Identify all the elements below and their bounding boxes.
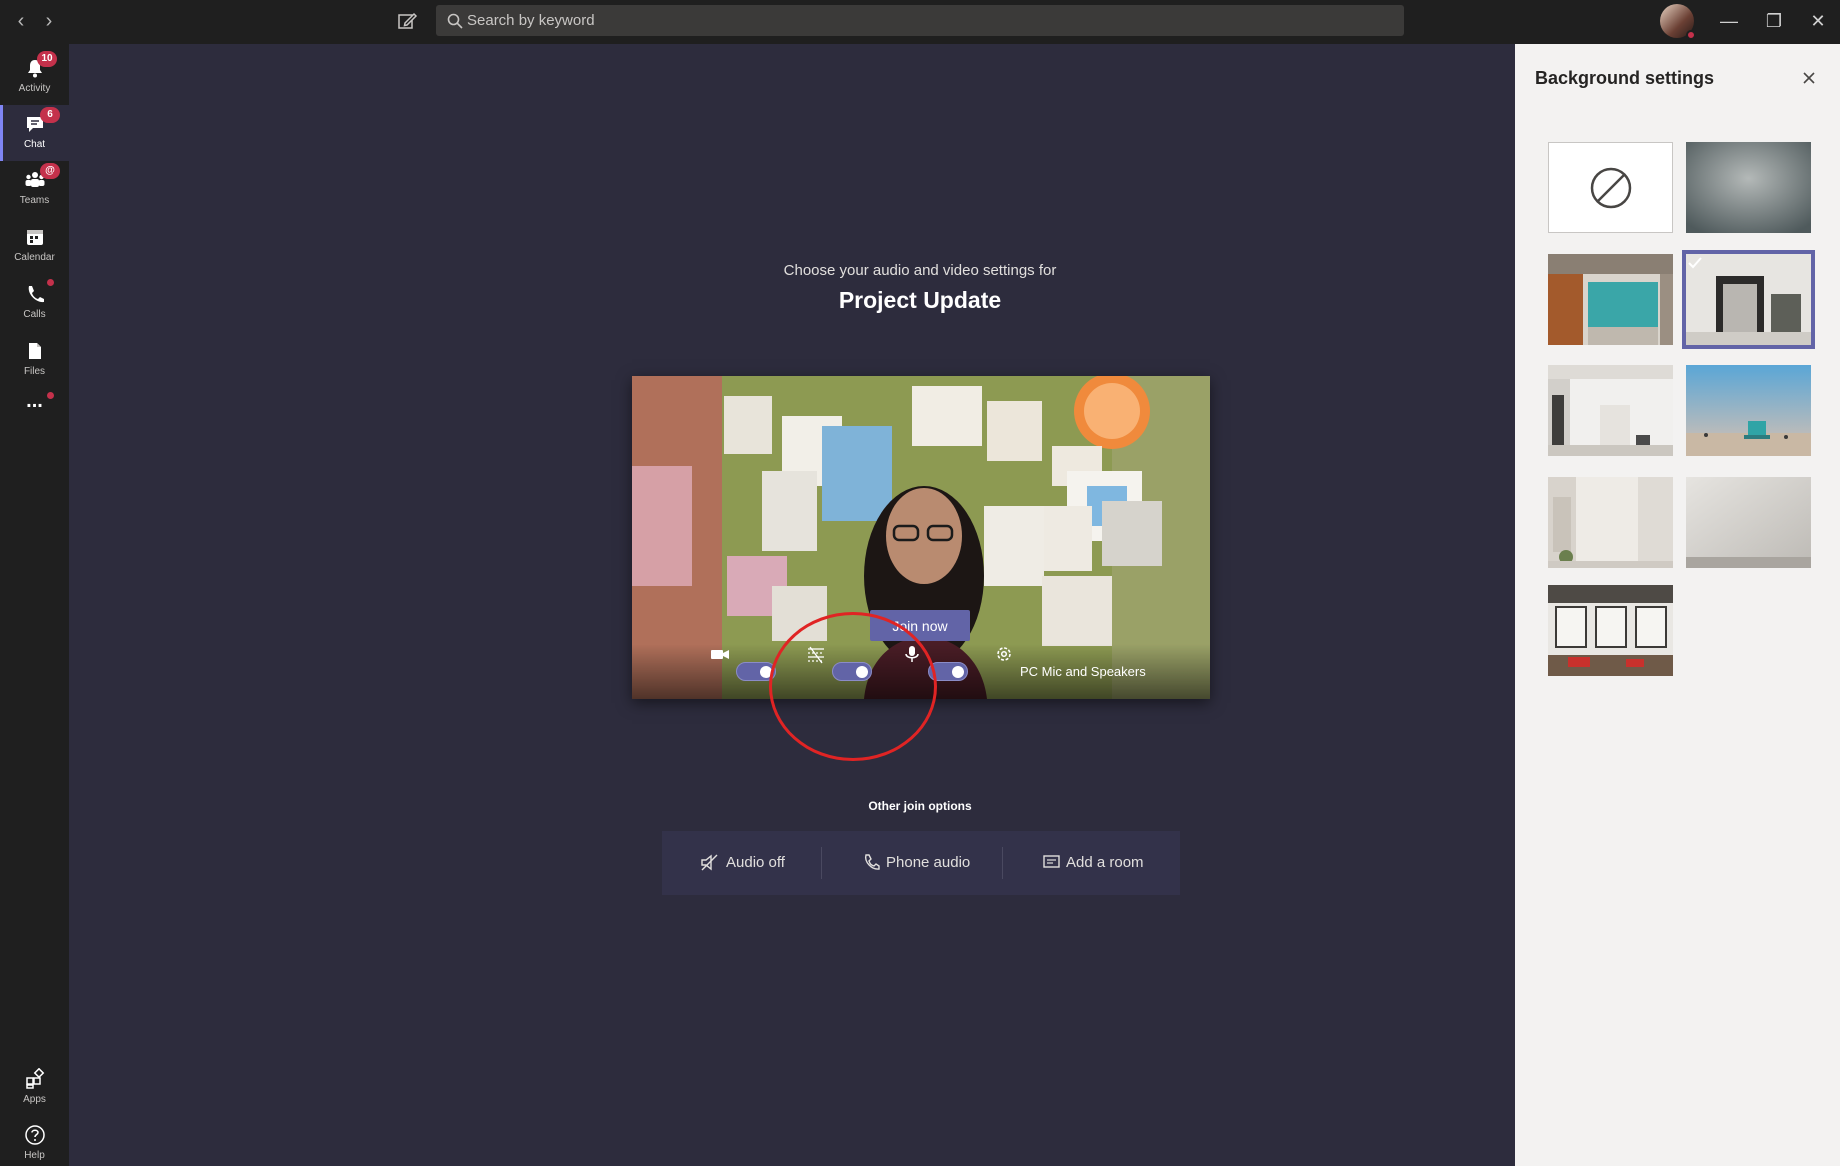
restore-icon[interactable]: ❐ [1761,8,1787,34]
panel-title: Background settings [1535,68,1715,88]
audio-off-label: Audio off [726,854,785,871]
minimize-icon[interactable]: — [1716,8,1742,34]
option-divider [821,847,822,879]
gear-icon[interactable] [994,644,1014,664]
prejoin-prompt: Choose your audio and video settings for [783,262,1057,279]
background-tile-loft-office[interactable] [1548,585,1673,676]
help-icon [25,1125,45,1145]
add-room-label: Add a room [1066,854,1144,871]
audio-device-label[interactable]: PC Mic and Speakers [1020,664,1146,679]
rail-item-files[interactable]: Files [0,332,69,388]
phone-audio-label: Phone audio [886,854,971,871]
apps-icon [26,1068,45,1089]
background-tile-office-lockers[interactable] [1548,254,1673,345]
background-tile-none[interactable] [1548,142,1673,233]
rail-item-calls[interactable]: Calls [0,275,69,331]
activity-badge: 10 [37,51,57,67]
add-room-option[interactable]: Add a room [1042,831,1162,895]
compose-icon[interactable] [396,10,418,32]
meeting-title: Project Update [838,287,1002,313]
doorway-room-thumbnail [1686,254,1811,345]
selected-check-icon [1688,257,1702,269]
background-tile-white-interior[interactable] [1548,365,1673,456]
calls-dot [47,279,54,286]
rail-item-activity[interactable]: 10 Activity [0,49,69,105]
calendar-icon [27,230,43,245]
chat-badge: 6 [40,107,60,123]
plain-wall-thumbnail [1686,477,1811,568]
rail-label-files: Files [23,366,46,377]
white-interior-thumbnail [1548,365,1673,456]
more-icon: ... [26,390,43,412]
rail-item-apps[interactable]: Apps [0,1060,69,1116]
other-join-options: Audio off Phone audio Add a room [662,831,1180,895]
background-tile-beach[interactable] [1686,365,1811,456]
background-tile-white-room[interactable] [1548,477,1673,568]
title-bar: ‹ › Search by keyword — ❐ ✕ [0,0,1840,44]
camera-icon [711,650,729,659]
beach-thumbnail [1686,365,1811,456]
search-bar[interactable]: Search by keyword [436,5,1404,36]
forward-chevron-right-icon[interactable]: › [38,10,60,32]
status-badge [1686,30,1696,40]
phone-icon [865,854,880,870]
rail-item-calendar[interactable]: Calendar [0,218,69,274]
no-background-icon [1590,167,1632,209]
background-tile-doorway-room[interactable] [1682,250,1815,349]
rail-item-teams[interactable]: @ Teams [0,161,69,217]
file-icon [29,343,41,359]
other-join-options-title: Other join options [868,799,972,813]
rail-item-chat[interactable]: 6 Chat [0,105,69,161]
rail-label-teams: Teams [19,195,50,206]
annotation-circle [769,612,937,761]
white-room-thumbnail [1548,477,1673,568]
back-chevron-left-icon[interactable]: ‹ [10,10,32,32]
phone-audio-option[interactable]: Phone audio [862,831,992,895]
user-avatar[interactable] [1660,4,1696,40]
option-divider [1002,847,1003,879]
room-display-icon [1043,855,1060,868]
more-dot [47,392,54,399]
office-lockers-thumbnail [1548,254,1673,345]
teams-badge: @ [40,163,60,179]
loft-office-thumbnail [1548,585,1673,676]
background-tile-plain-wall[interactable] [1686,477,1811,568]
rail-item-more[interactable]: ... [0,388,69,444]
window-close-icon[interactable]: ✕ [1805,8,1831,34]
rail-label-calls: Calls [23,309,46,320]
app-rail: 10 Activity 6 Chat @ Teams Calendar Call… [0,44,69,1166]
speaker-off-icon [701,854,718,871]
blur-thumbnail [1686,142,1811,233]
audio-off-option[interactable]: Audio off [700,831,820,895]
rail-label-calendar: Calendar [14,252,55,263]
phone-icon [28,286,44,303]
search-icon [447,13,463,29]
background-settings-panel: Background settings [1515,44,1840,1166]
rail-label-apps: Apps [23,1094,46,1105]
rail-label-chat: Chat [23,139,46,150]
rail-label-activity: Activity [18,83,51,94]
search-placeholder: Search by keyword [467,12,595,29]
close-icon[interactable] [1797,66,1821,90]
rail-label-help: Help [24,1150,45,1161]
rail-item-help[interactable]: Help [0,1116,69,1166]
background-tile-blur[interactable] [1686,142,1811,233]
